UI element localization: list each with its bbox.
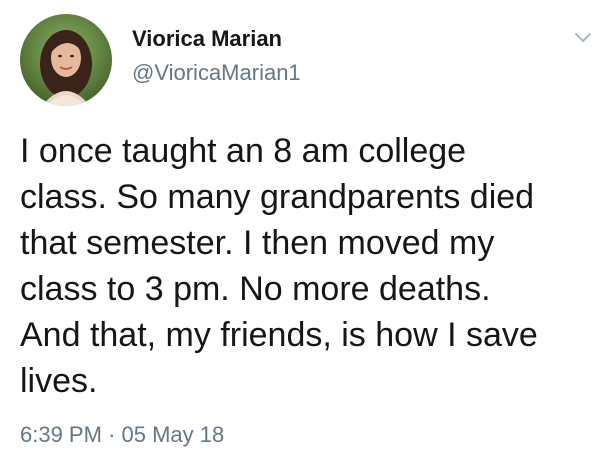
display-name[interactable]: Viorica Marian [132,28,301,50]
profile-photo-icon [20,14,112,106]
tweet-timestamp[interactable]: 6:39 PM · 05 May 18 [20,424,224,446]
avatar[interactable] [20,14,112,106]
tweet-text: I once taught an 8 am college class. So … [20,132,538,400]
timestamp-separator: · [108,422,116,447]
author-block[interactable]: Viorica Marian @VioricaMarian1 [132,28,301,84]
tweet-date: 05 May 18 [121,422,225,447]
tweet-time: 6:39 PM [20,422,102,447]
user-handle[interactable]: @VioricaMarian1 [132,62,301,84]
chevron-down-icon[interactable] [574,28,592,46]
tweet-card: Viorica Marian @VioricaMarian1 I once ta… [0,0,610,461]
